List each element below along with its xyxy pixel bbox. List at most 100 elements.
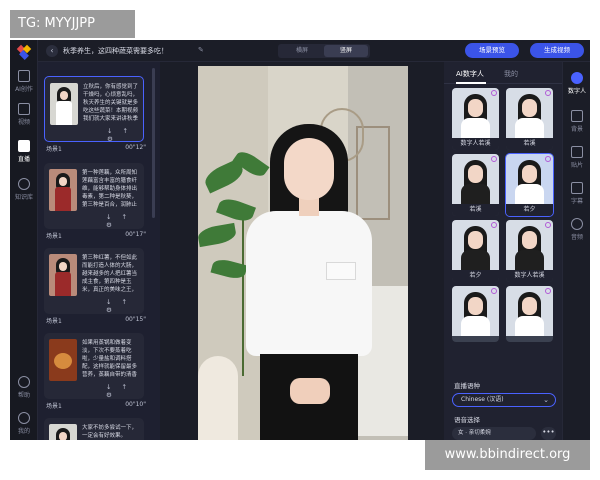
avatar-name: 若溪 (452, 204, 499, 216)
nav-label: 直播 (17, 156, 30, 163)
audio-icon (571, 218, 583, 230)
scene-meta: 场景1 00"10" (46, 401, 146, 410)
nav-knowledge[interactable]: 知识库 (10, 178, 38, 201)
scene-duration: 00"17" (125, 231, 146, 238)
avatar-option[interactable] (452, 286, 499, 342)
live-language-label: 直播语种 (454, 382, 480, 390)
nav-label: 视频 (17, 119, 30, 126)
scene-name: 场景1 (46, 233, 62, 240)
chevron-down-icon: ⌄ (543, 396, 549, 404)
tool-label: 数字人 (567, 88, 586, 95)
badge-icon (545, 90, 551, 96)
voice-select[interactable]: 女 · 亲切柔婉 (452, 427, 536, 440)
background-icon (571, 110, 583, 122)
profile-icon (18, 412, 30, 424)
badge-icon (491, 156, 497, 162)
scene-name: 场景1 (46, 318, 62, 325)
avatar-option[interactable] (506, 286, 553, 342)
scene-script: 大家不妨多尝试一下，一定会有好效果。 (82, 425, 138, 439)
tool-subtitle[interactable]: 字幕 (563, 182, 590, 205)
scene-meta: 场景1 00"12" (46, 144, 146, 153)
scene-meta: 场景1 00"17" (46, 231, 146, 240)
scene-card[interactable]: 第一种莲藕，众所周知莲藕富含丰富的膳食纤维，能够帮助身体排出毒素，第二种是秋葵，… (44, 163, 144, 229)
portrait-button[interactable]: 竖屏 (324, 45, 368, 57)
voice-label: 语音选择 (454, 416, 480, 424)
tool-background[interactable]: 背景 (563, 110, 590, 133)
avatar-stage[interactable] (198, 66, 408, 440)
tool-avatar[interactable]: 数字人 (563, 72, 590, 95)
ai-create-icon (18, 70, 30, 82)
badge-icon (545, 222, 551, 228)
badge-icon (545, 156, 551, 162)
scene-card[interactable]: 第三种红薯，不但如此而能打造人体的大肠，越来越多的人把红薯当成主食，第四种是玉米… (44, 248, 144, 314)
nav-label: AI创作 (15, 86, 33, 93)
nav-video[interactable]: 视频 (10, 103, 38, 126)
scene-duration: 00"10" (125, 401, 146, 408)
tool-label: 字幕 (570, 198, 583, 205)
generate-video-button[interactable]: 生成视频 (530, 43, 584, 58)
subtitle-icon (571, 182, 583, 194)
avatar-name: 若溪 (506, 138, 553, 150)
tab-mine[interactable]: 我的 (504, 69, 518, 79)
more-options-button[interactable]: ••• (541, 427, 556, 440)
avatar-name: 若夕 (506, 204, 553, 216)
avatar-name: 若夕 (452, 270, 499, 282)
landscape-button[interactable]: 横屏 (280, 45, 324, 57)
knowledge-icon (18, 178, 30, 190)
scene-script: 第一种莲藕，众所周知莲藕富含丰富的膳食纤维，能够帮助身体排出毒素，第二种是秋葵，… (82, 170, 138, 208)
scene-list-scrollbar[interactable] (152, 68, 155, 218)
avatar-option[interactable]: 若溪 (506, 88, 553, 150)
preview-canvas (160, 62, 444, 440)
app-window: AI创作 视频 直播 知识库 帮助 我的 ‹ 秋季养生，这四种蔬菜需要多吃！ ✎… (10, 40, 590, 440)
avatar-option[interactable]: 数字人若溪 (506, 220, 553, 282)
nav-ai-create[interactable]: AI创作 (10, 70, 38, 93)
nav-label: 我的 (17, 428, 30, 435)
badge-icon (491, 222, 497, 228)
right-toolbar: 数字人 背景 贴片 字幕 音频 (562, 62, 590, 440)
scene-card[interactable]: 立秋后，你有感觉到了干燥吗，心烦意乱吗，秋天养生的关键就是多吃这些蔬菜！本期视频… (44, 76, 144, 143)
nav-profile[interactable]: 我的 (10, 412, 38, 435)
top-bar: ‹ 秋季养生，这四种蔬菜需要多吃！ ✎ 横屏 竖屏 场景预览 生成视频 (38, 40, 590, 62)
scene-preview-button[interactable]: 场景预览 (465, 43, 519, 58)
avatar-option[interactable]: 数字人若溪 (452, 88, 499, 150)
avatar-option[interactable]: 若夕 (452, 220, 499, 282)
avatar-icon (571, 72, 583, 84)
scene-thumbnail (49, 424, 77, 440)
avatar-option[interactable]: 若溪 (452, 154, 499, 216)
scene-meta: 场景1 00"15" (46, 316, 146, 325)
avatar-option-selected[interactable]: 若夕 (505, 153, 554, 217)
tool-label: 贴片 (570, 162, 583, 169)
tool-audio[interactable]: 音频 (563, 218, 590, 241)
document-title: 秋季养生，这四种蔬菜需要多吃！ (63, 47, 168, 55)
scene-card[interactable]: 大家不妨多尝试一下，一定会有好效果。 (44, 418, 144, 440)
nav-help[interactable]: 帮助 (10, 376, 38, 399)
badge-icon (491, 90, 497, 96)
nav-live[interactable]: 直播 (10, 140, 38, 163)
tool-overlay[interactable]: 贴片 (563, 146, 590, 169)
scene-card-actions[interactable]: ↓ ↑ ⚙ (106, 298, 142, 314)
scene-name: 场景1 (46, 403, 62, 410)
edit-title-icon[interactable]: ✎ (198, 46, 204, 54)
video-icon (18, 103, 30, 115)
scene-card[interactable]: 如果用蒸锅和做着变淡，下次不要蒸着吃啦，少量盐和调料搭配，这样就能保留最多营养，… (44, 333, 144, 399)
scene-name: 场景1 (46, 146, 62, 153)
help-icon (18, 376, 30, 388)
watermark-top-left: TG: MYYJJPP (10, 10, 135, 38)
scene-card-actions[interactable]: ↓ ↑ ⚙ (106, 213, 142, 229)
nav-label: 帮助 (17, 392, 30, 399)
avatar-tabs: AI数字人 我的 (444, 62, 562, 84)
scene-list: 立秋后，你有感觉到了干燥吗，心烦意乱吗，秋天养生的关键就是多吃这些蔬菜！本期视频… (38, 62, 160, 440)
watermark-bottom-right: www.bbindirect.org (425, 440, 590, 470)
scene-card-actions[interactable]: ↓ ↑ ⚙ (107, 127, 143, 143)
scene-card-actions[interactable]: ↓ ↑ ⚙ (106, 383, 142, 399)
tool-label: 音频 (570, 234, 583, 241)
live-icon (18, 140, 30, 152)
avatar-panel: AI数字人 我的 数字人若溪 若溪 若溪 若夕 若夕 数字人若溪 直播语种 Ch… (444, 62, 562, 440)
scene-thumbnail (49, 169, 77, 211)
nav-label: 知识库 (14, 194, 33, 201)
tab-ai-avatar[interactable]: AI数字人 (456, 69, 484, 79)
scene-duration: 00"12" (125, 144, 146, 151)
back-button[interactable]: ‹ (46, 45, 58, 57)
avatar-name: 数字人若溪 (452, 138, 499, 150)
live-language-select[interactable]: Chinese (汉语) ⌄ (452, 393, 556, 407)
